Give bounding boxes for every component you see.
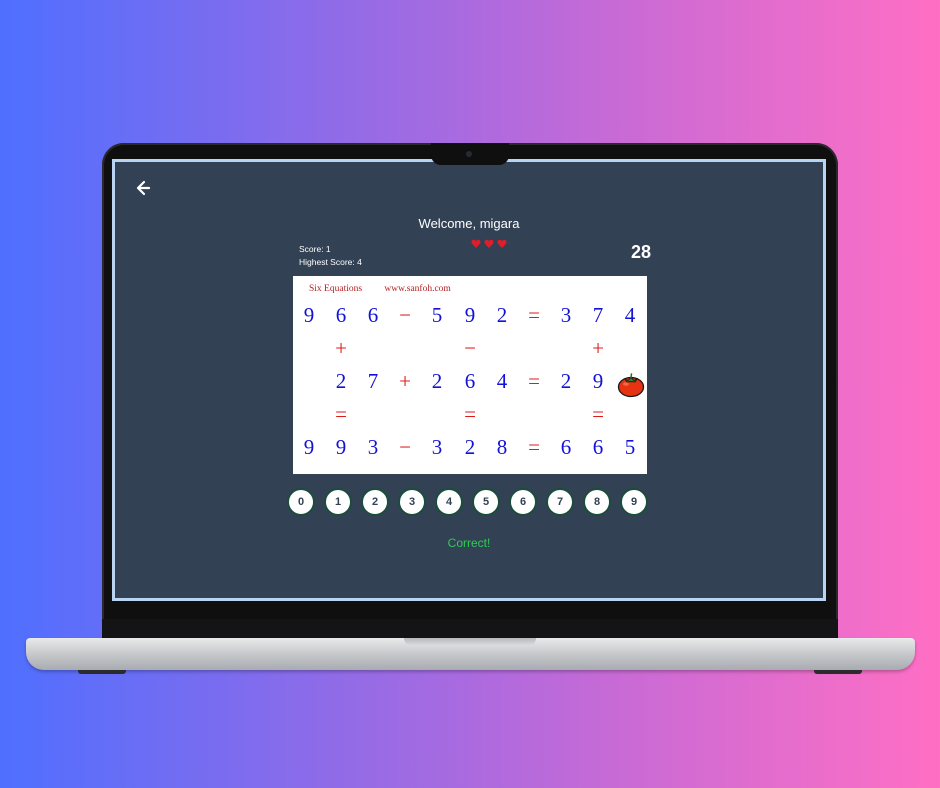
puzzle-digit: 9	[303, 435, 315, 459]
score-panel: Score: 1 Highest Score: 4	[299, 243, 362, 269]
number-button-7[interactable]: 7	[546, 488, 574, 516]
puzzle-digit: 6	[592, 435, 604, 459]
heart-icon	[484, 239, 494, 248]
heart-icon	[471, 239, 481, 248]
number-pad: 0123456789	[287, 488, 648, 516]
laptop-base	[26, 638, 915, 670]
puzzle-digit: 2	[335, 369, 347, 393]
feedback-message: Correct!	[447, 536, 491, 550]
puzzle-operator: −	[399, 435, 411, 459]
puzzle-operator: +	[335, 336, 347, 360]
tomato-icon	[617, 373, 645, 398]
puzzle-operator: =	[528, 303, 540, 327]
puzzle-digit: 2	[560, 369, 572, 393]
puzzle-operator: −	[399, 303, 411, 327]
puzzle-digit: 2	[464, 435, 476, 459]
current-score: Score: 1	[299, 244, 331, 254]
number-button-2[interactable]: 2	[361, 488, 389, 516]
puzzle-digit: 6	[560, 435, 572, 459]
puzzle-operator: =	[592, 402, 604, 426]
puzzle-digit: 9	[335, 435, 347, 459]
camera-icon	[466, 151, 472, 157]
arrow-left-icon[interactable]	[134, 179, 152, 197]
number-button-8[interactable]: 8	[583, 488, 611, 516]
puzzle-digit: 4	[624, 303, 636, 327]
puzzle-header: Six Equations www.sanfoh.com	[309, 284, 451, 294]
welcome-message: Welcome, migara	[418, 216, 520, 231]
puzzle-digit: 9	[303, 303, 315, 327]
puzzle-title: Six Equations	[309, 284, 363, 294]
number-button-5[interactable]: 5	[472, 488, 500, 516]
puzzle-operator: +	[399, 369, 411, 393]
lives-indicator	[471, 239, 507, 249]
number-button-9[interactable]: 9	[620, 488, 648, 516]
puzzle-digit: 9	[464, 303, 476, 327]
puzzle-digit: 3	[431, 435, 443, 459]
number-button-6[interactable]: 6	[509, 488, 537, 516]
puzzle-digit: 4	[496, 369, 508, 393]
puzzle-digit: 7	[592, 303, 604, 327]
puzzle-board: Six Equations www.sanfoh.com 9 6 6−5 9 2 = 3 7 4…	[293, 276, 647, 474]
puzzle-digit: 8	[496, 435, 508, 459]
puzzle-digit: 7	[367, 369, 379, 393]
puzzle-digit: 6	[464, 369, 476, 393]
countdown-timer: 28	[630, 242, 651, 262]
trackpad-notch	[404, 638, 536, 646]
puzzle-operator: =	[528, 369, 540, 393]
laptop-lid: Welcome, migara Score: 1 Highest Score: …	[102, 143, 838, 641]
puzzle-digit: 6	[367, 303, 379, 327]
puzzle-digit: 6	[335, 303, 347, 327]
puzzle-operator: =	[464, 402, 476, 426]
laptop-foot-left	[78, 670, 126, 674]
puzzle-digit: 2	[431, 369, 443, 393]
heart-icon	[497, 239, 507, 248]
number-button-1[interactable]: 1	[324, 488, 352, 516]
highest-score: Highest Score: 4	[299, 257, 362, 267]
app-screen: Welcome, migara Score: 1 Highest Score: …	[112, 159, 826, 601]
puzzle-operator: =	[335, 402, 347, 426]
number-button-4[interactable]: 4	[435, 488, 463, 516]
puzzle-site: www.sanfoh.com	[384, 284, 451, 294]
puzzle-digit: 2	[496, 303, 508, 327]
puzzle-digit: 3	[367, 435, 379, 459]
puzzle-digit: 5	[431, 303, 443, 327]
puzzle-digit: 9	[592, 369, 604, 393]
puzzle-digit: 3	[560, 303, 572, 327]
puzzle-operator: +	[592, 336, 604, 360]
camera-notch	[431, 143, 509, 165]
puzzle-operator: −	[464, 336, 476, 360]
number-button-0[interactable]: 0	[287, 488, 315, 516]
puzzle-digit: 5	[624, 435, 636, 459]
puzzle-operator: =	[528, 435, 540, 459]
laptop-foot-right	[814, 670, 862, 674]
number-button-3[interactable]: 3	[398, 488, 426, 516]
